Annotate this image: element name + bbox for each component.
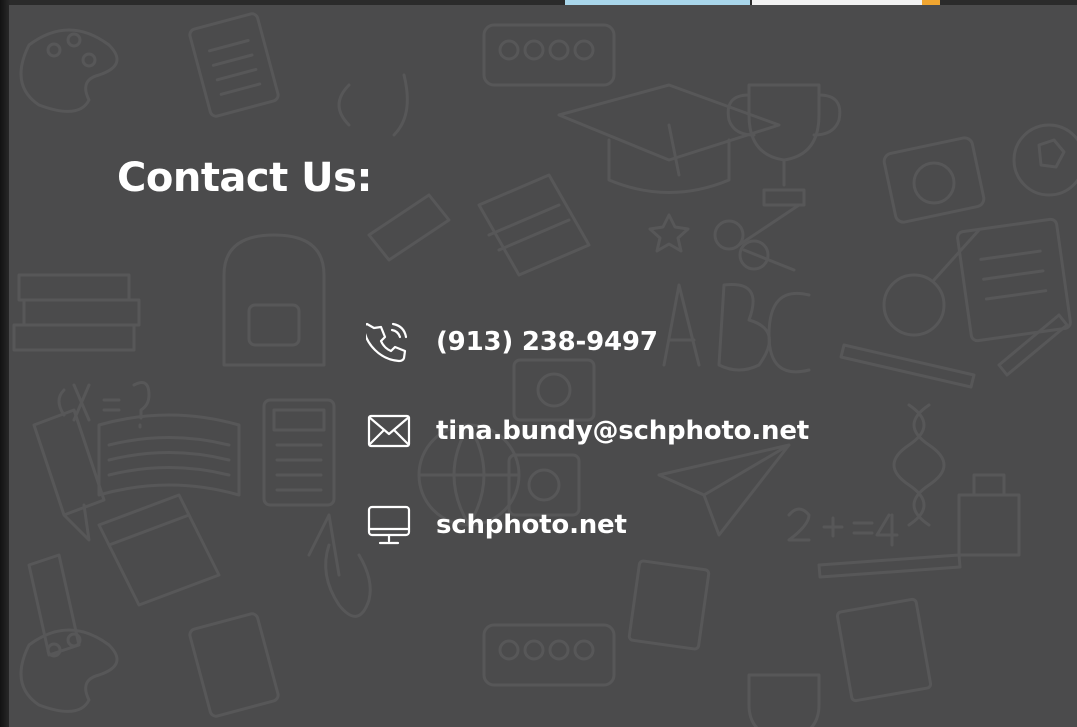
phone-icon	[366, 318, 414, 366]
school-doodle-background	[12, 12, 1077, 727]
monitor-icon	[366, 501, 414, 549]
contact-section: Contact Us: (913) 238-9497 tina.bundy@sc…	[9, 5, 1077, 727]
phone-number-link[interactable]: (913) 238-9497	[436, 327, 658, 357]
email-link[interactable]: tina.bundy@schphoto.net	[436, 416, 809, 446]
section-title: Contact Us:	[117, 155, 372, 201]
phone-contact[interactable]: (913) 238-9497	[366, 318, 658, 366]
envelope-icon	[366, 407, 414, 455]
website-link[interactable]: schphoto.net	[436, 510, 627, 540]
email-contact[interactable]: tina.bundy@schphoto.net	[366, 407, 809, 455]
page-frame: Contact Us: (913) 238-9497 tina.bundy@sc…	[0, 0, 1077, 727]
website-contact[interactable]: schphoto.net	[366, 501, 627, 549]
